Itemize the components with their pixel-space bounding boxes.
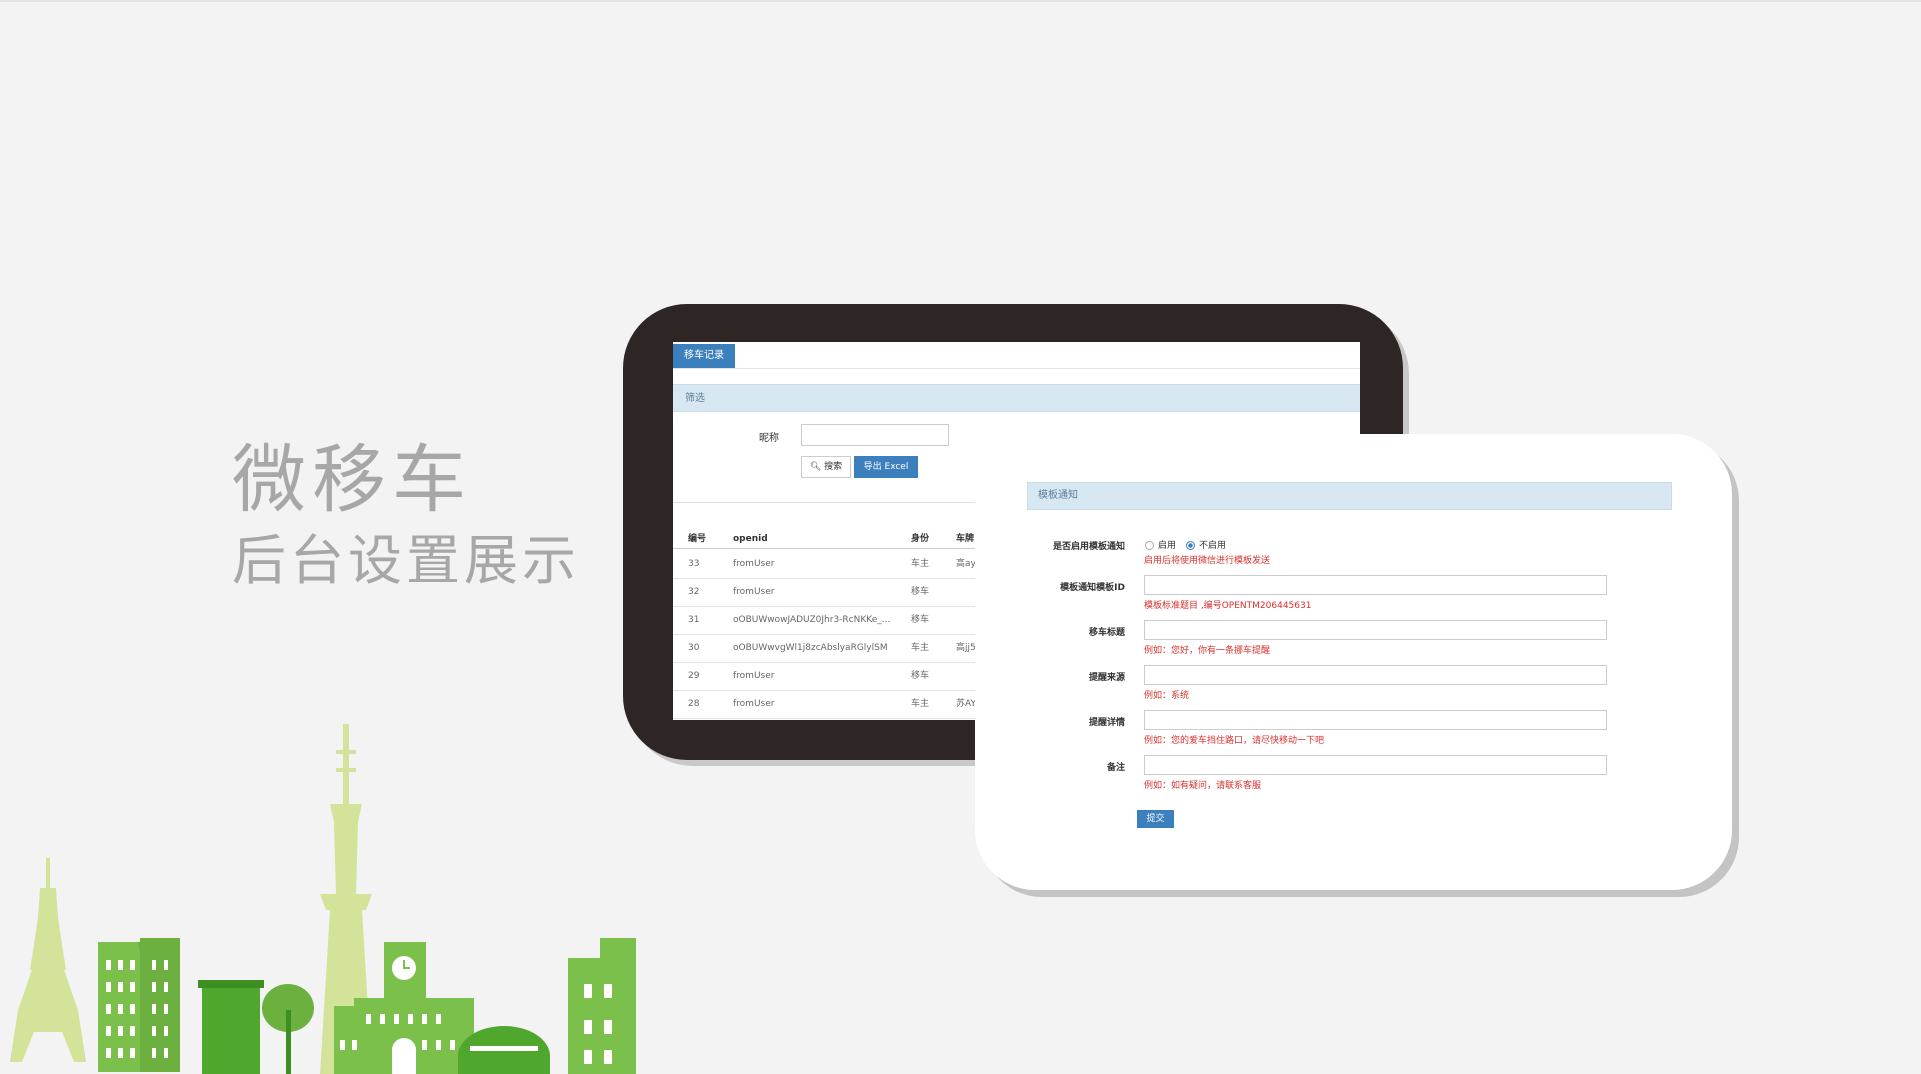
remind-detail-hint: 例如：您的爱车挡住路口，请尽快移动一下吧 — [1144, 736, 1325, 746]
cell-openid: fromUser — [733, 699, 775, 709]
cell-id: 33 — [688, 559, 700, 569]
cell-role: 车主 — [911, 699, 930, 709]
cell-id: 31 — [688, 615, 700, 625]
remind-detail-input[interactable] — [1144, 710, 1607, 730]
cell-id: 29 — [688, 671, 700, 681]
cell-openid: fromUser — [733, 559, 775, 569]
nickname-input[interactable] — [801, 424, 949, 446]
move-title-hint: 例如：您好，你有一条挪车提醒 — [1144, 646, 1271, 656]
cell-role: 车主 — [911, 643, 930, 653]
city-skyline-illustration — [10, 724, 636, 1074]
enable-template-label: 是否启用模板通知 — [1052, 542, 1125, 552]
radio-enable[interactable] — [1145, 541, 1154, 550]
top-divider — [0, 0, 1921, 2]
move-title-label: 移车标题 — [1088, 628, 1125, 638]
tree-icon — [262, 984, 314, 1074]
tab-move-record[interactable]: 移车记录 — [673, 344, 735, 368]
cell-openid: oOBUWwowJADUZ0Jhr3-RcNKKe_... — [733, 615, 891, 625]
column-header-openid: openid — [733, 534, 768, 544]
cell-plate: 苏AY — [956, 699, 976, 709]
remark-hint: 例如：如有疑问，请联系客服 — [1144, 781, 1262, 791]
remind-source-hint: 例如：系统 — [1144, 691, 1190, 701]
cell-role: 移车 — [911, 587, 930, 597]
cell-id: 28 — [688, 699, 700, 709]
template-panel-title: 模板通知 — [1027, 482, 1672, 510]
eiffel-tower-icon — [10, 858, 86, 1062]
search-button[interactable]: 🔍︎ 搜索 — [801, 456, 851, 478]
enable-hint: 启用后将使用微信进行模板发送 — [1144, 556, 1271, 566]
template-notice-screen: 模板通知 是否启用模板通知 启用 不启用 启用后将使用微信进行模板发送 模板通知… — [1017, 477, 1681, 847]
cell-id: 32 — [688, 587, 700, 597]
template-id-label: 模板通知模板ID — [1060, 583, 1125, 593]
headline-subtitle: 后台设置展示 — [232, 529, 580, 592]
template-id-input[interactable] — [1144, 575, 1607, 595]
remark-input[interactable] — [1144, 755, 1607, 775]
remind-detail-label: 提醒详情 — [1088, 718, 1125, 728]
search-button-label: 搜索 — [824, 462, 843, 472]
cell-openid: oOBUWwvgWl1j8zcAbslyaRGlylSM — [733, 643, 888, 653]
submit-button[interactable]: 提交 — [1137, 810, 1174, 828]
cell-role: 车主 — [911, 559, 930, 569]
cell-role: 移车 — [911, 615, 930, 625]
cell-plate: 高jj5 — [956, 643, 976, 653]
radio-disable[interactable] — [1186, 541, 1195, 550]
cell-openid: fromUser — [733, 587, 775, 597]
radio-disable-label: 不启用 — [1199, 541, 1227, 551]
remind-source-label: 提醒来源 — [1088, 673, 1125, 683]
remark-label: 备注 — [1106, 763, 1125, 773]
nickname-label: 昵称 — [759, 433, 779, 444]
cell-role: 移车 — [911, 671, 930, 681]
move-title-input[interactable] — [1144, 620, 1607, 640]
cell-id: 30 — [688, 643, 700, 653]
remind-source-input[interactable] — [1144, 665, 1607, 685]
headline: 微移车 后台设置展示 — [232, 438, 580, 596]
template-id-hint: 模板标准题目 ,编号OPENTM206445631 — [1144, 601, 1312, 611]
search-icon: 🔍︎ — [809, 462, 822, 472]
cell-openid: fromUser — [733, 671, 775, 681]
cell-plate: 高ay — [956, 559, 976, 569]
tab-divider — [673, 368, 1360, 369]
column-header-role: 身份 — [911, 534, 930, 544]
headline-title: 微移车 — [232, 437, 472, 523]
column-header-id: 编号 — [688, 534, 707, 544]
column-header-plate: 车牌 — [956, 534, 975, 544]
radio-enable-label: 启用 — [1158, 541, 1177, 551]
export-excel-button[interactable]: 导出 Excel — [854, 456, 918, 478]
filter-panel-title: 筛选 — [673, 384, 1360, 412]
